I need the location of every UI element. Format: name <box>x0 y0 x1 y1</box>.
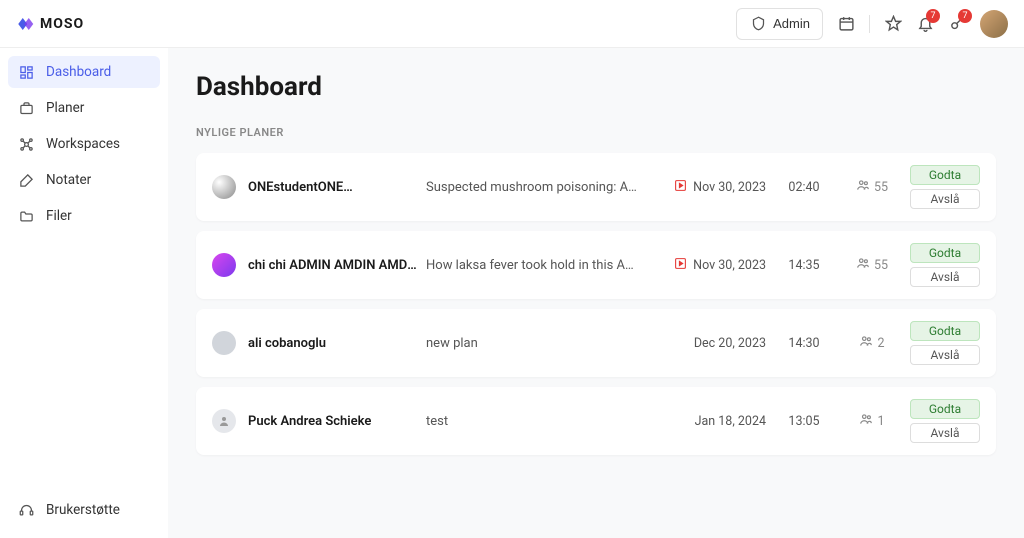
row-participant-count: 55 <box>842 256 902 274</box>
admin-label: Admin <box>773 16 810 31</box>
shield-icon <box>749 15 767 33</box>
star-icon[interactable] <box>884 15 902 33</box>
reject-button[interactable]: Avslå <box>910 423 980 443</box>
accept-button[interactable]: Godta <box>910 165 980 185</box>
plan-row[interactable]: chi chi ADMIN AMDIN AMDIN How laksa fever… <box>196 231 996 299</box>
row-description: test <box>426 414 638 429</box>
row-description: new plan <box>426 336 638 351</box>
workspace-icon <box>18 136 34 152</box>
row-name: Puck Andrea Schieke <box>248 414 418 429</box>
calendar-icon[interactable] <box>837 15 855 33</box>
admin-button[interactable]: Admin <box>736 8 823 40</box>
row-avatar <box>212 331 236 355</box>
users-icon <box>859 334 873 352</box>
sidebar-item-notater[interactable]: Notater <box>8 164 160 196</box>
row-description: Suspected mushroom poisoning: Australian… <box>426 180 638 195</box>
plan-row[interactable]: ONEstudentONE… Suspected mushroom poisoni… <box>196 153 996 221</box>
plan-row[interactable]: ali cobanoglu new plan Dec 20, 2023 14:30 2G… <box>196 309 996 377</box>
flag-icon <box>674 257 687 274</box>
accept-button[interactable]: Godta <box>910 321 980 341</box>
accept-button[interactable]: Godta <box>910 399 980 419</box>
row-actions: Godta Avslå <box>910 165 980 209</box>
flag-icon <box>674 179 687 196</box>
row-date: Dec 20, 2023 <box>646 336 766 351</box>
plan-row[interactable]: Puck Andrea Schieke test Jan 18, 2024 13:05… <box>196 387 996 455</box>
user-avatar[interactable] <box>980 10 1008 38</box>
row-time: 13:05 <box>774 414 834 429</box>
sidebar-item-filer[interactable]: Filer <box>8 200 160 232</box>
users-icon <box>859 412 873 430</box>
page-title: Dashboard <box>196 72 996 102</box>
sidebar-item-support[interactable]: Brukerstøtte <box>8 494 160 526</box>
folder-icon <box>18 208 34 224</box>
row-date: Nov 30, 2023 <box>646 179 766 196</box>
row-date: Jan 18, 2024 <box>646 414 766 429</box>
header-actions: Admin 7 7 <box>736 8 1008 40</box>
brand-name: MOSO <box>40 16 84 32</box>
sidebar-item-label: Planer <box>46 100 84 116</box>
key-badge: 7 <box>958 9 972 23</box>
logo-mark-icon <box>16 15 34 33</box>
sidebar-item-planer[interactable]: Planer <box>8 92 160 124</box>
users-icon <box>856 256 870 274</box>
sidebar-item-dashboard[interactable]: Dashboard <box>8 56 160 88</box>
sidebar-item-label: Workspaces <box>46 136 120 152</box>
reject-button[interactable]: Avslå <box>910 267 980 287</box>
dashboard-icon <box>18 64 34 80</box>
sidebar: Dashboard Planer Workspaces Notater <box>0 48 168 538</box>
row-participant-count: 1 <box>842 412 902 430</box>
row-time: 14:30 <box>774 336 834 351</box>
row-participant-count: 2 <box>842 334 902 352</box>
row-date: Nov 30, 2023 <box>646 257 766 274</box>
reject-button[interactable]: Avslå <box>910 189 980 209</box>
row-actions: Godta Avslå <box>910 243 980 287</box>
note-icon <box>18 172 34 188</box>
row-avatar <box>212 253 236 277</box>
notification-badge: 7 <box>926 9 940 23</box>
row-participant-count: 55 <box>842 178 902 196</box>
section-label: NYLIGE PLANER <box>196 126 996 139</box>
sidebar-item-label: Brukerstøtte <box>46 502 120 518</box>
sidebar-item-workspaces[interactable]: Workspaces <box>8 128 160 160</box>
app-header: MOSO Admin 7 7 <box>0 0 1024 48</box>
main-content: Dashboard NYLIGE PLANER ONEstudentONE… Su… <box>168 48 1024 538</box>
row-description: How laksa fever took hold in this Austra… <box>426 258 638 273</box>
sidebar-item-label: Notater <box>46 172 91 188</box>
row-actions: Godta Avslå <box>910 321 980 365</box>
reject-button[interactable]: Avslå <box>910 345 980 365</box>
users-icon <box>856 178 870 196</box>
row-name: ali cobanoglu <box>248 336 418 351</box>
plans-list: ONEstudentONE… Suspected mushroom poisoni… <box>196 153 996 455</box>
row-time: 14:35 <box>774 258 834 273</box>
row-time: 02:40 <box>774 180 834 195</box>
headset-icon <box>18 502 34 518</box>
row-name: ONEstudentONE… <box>248 180 418 195</box>
sidebar-item-label: Dashboard <box>46 64 111 80</box>
bell-icon[interactable]: 7 <box>916 15 934 33</box>
row-avatar <box>212 409 236 433</box>
row-actions: Godta Avslå <box>910 399 980 443</box>
briefcase-icon <box>18 100 34 116</box>
row-avatar <box>212 175 236 199</box>
brand-logo[interactable]: MOSO <box>16 15 84 33</box>
header-separator <box>869 15 870 33</box>
row-name: chi chi ADMIN AMDIN AMDIN <box>248 258 418 273</box>
key-icon[interactable]: 7 <box>948 15 966 33</box>
sidebar-item-label: Filer <box>46 208 72 224</box>
accept-button[interactable]: Godta <box>910 243 980 263</box>
